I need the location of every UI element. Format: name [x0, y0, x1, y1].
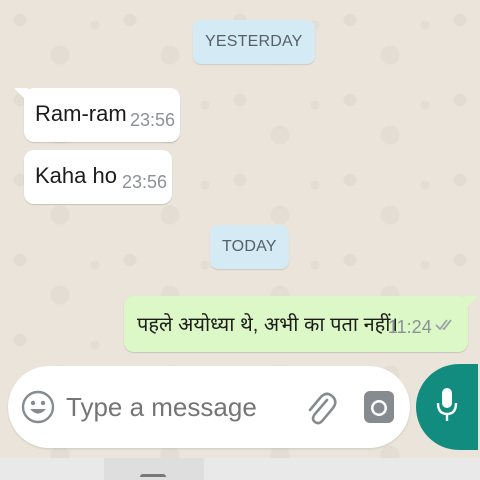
message-time: 23:56 — [122, 172, 168, 192]
bubble-tail — [14, 88, 28, 102]
date-divider-today: TODAY — [210, 225, 289, 269]
emoji-icon[interactable] — [20, 389, 56, 430]
message-input[interactable] — [66, 392, 286, 423]
microphone-icon — [433, 385, 461, 430]
date-divider-yesterday: YESTERDAY — [193, 20, 315, 64]
message-text: Kaha ho — [35, 163, 117, 188]
incoming-message[interactable]: Ram-ram 23:56 — [14, 88, 180, 142]
incoming-message[interactable]: Kaha ho 23:56 — [24, 150, 172, 204]
bottom-nav-tab-icon — [140, 474, 166, 480]
message-time: 23:56 — [130, 110, 176, 130]
double-check-icon — [435, 318, 457, 337]
message-time: 11:24 — [388, 317, 432, 337]
outgoing-message[interactable]: पहले अयोध्या थे, अभी का पता नहीं। 11:24 — [124, 296, 478, 352]
camera-icon[interactable] — [362, 388, 396, 431]
paperclip-icon[interactable] — [303, 388, 337, 431]
bubble-tail — [464, 296, 478, 310]
bottom-navigation-bar — [0, 458, 480, 480]
message-text: पहले अयोध्या थे, अभी का पता नहीं। — [137, 314, 399, 336]
message-text: Ram-ram — [35, 101, 127, 126]
message-composer — [8, 366, 410, 448]
